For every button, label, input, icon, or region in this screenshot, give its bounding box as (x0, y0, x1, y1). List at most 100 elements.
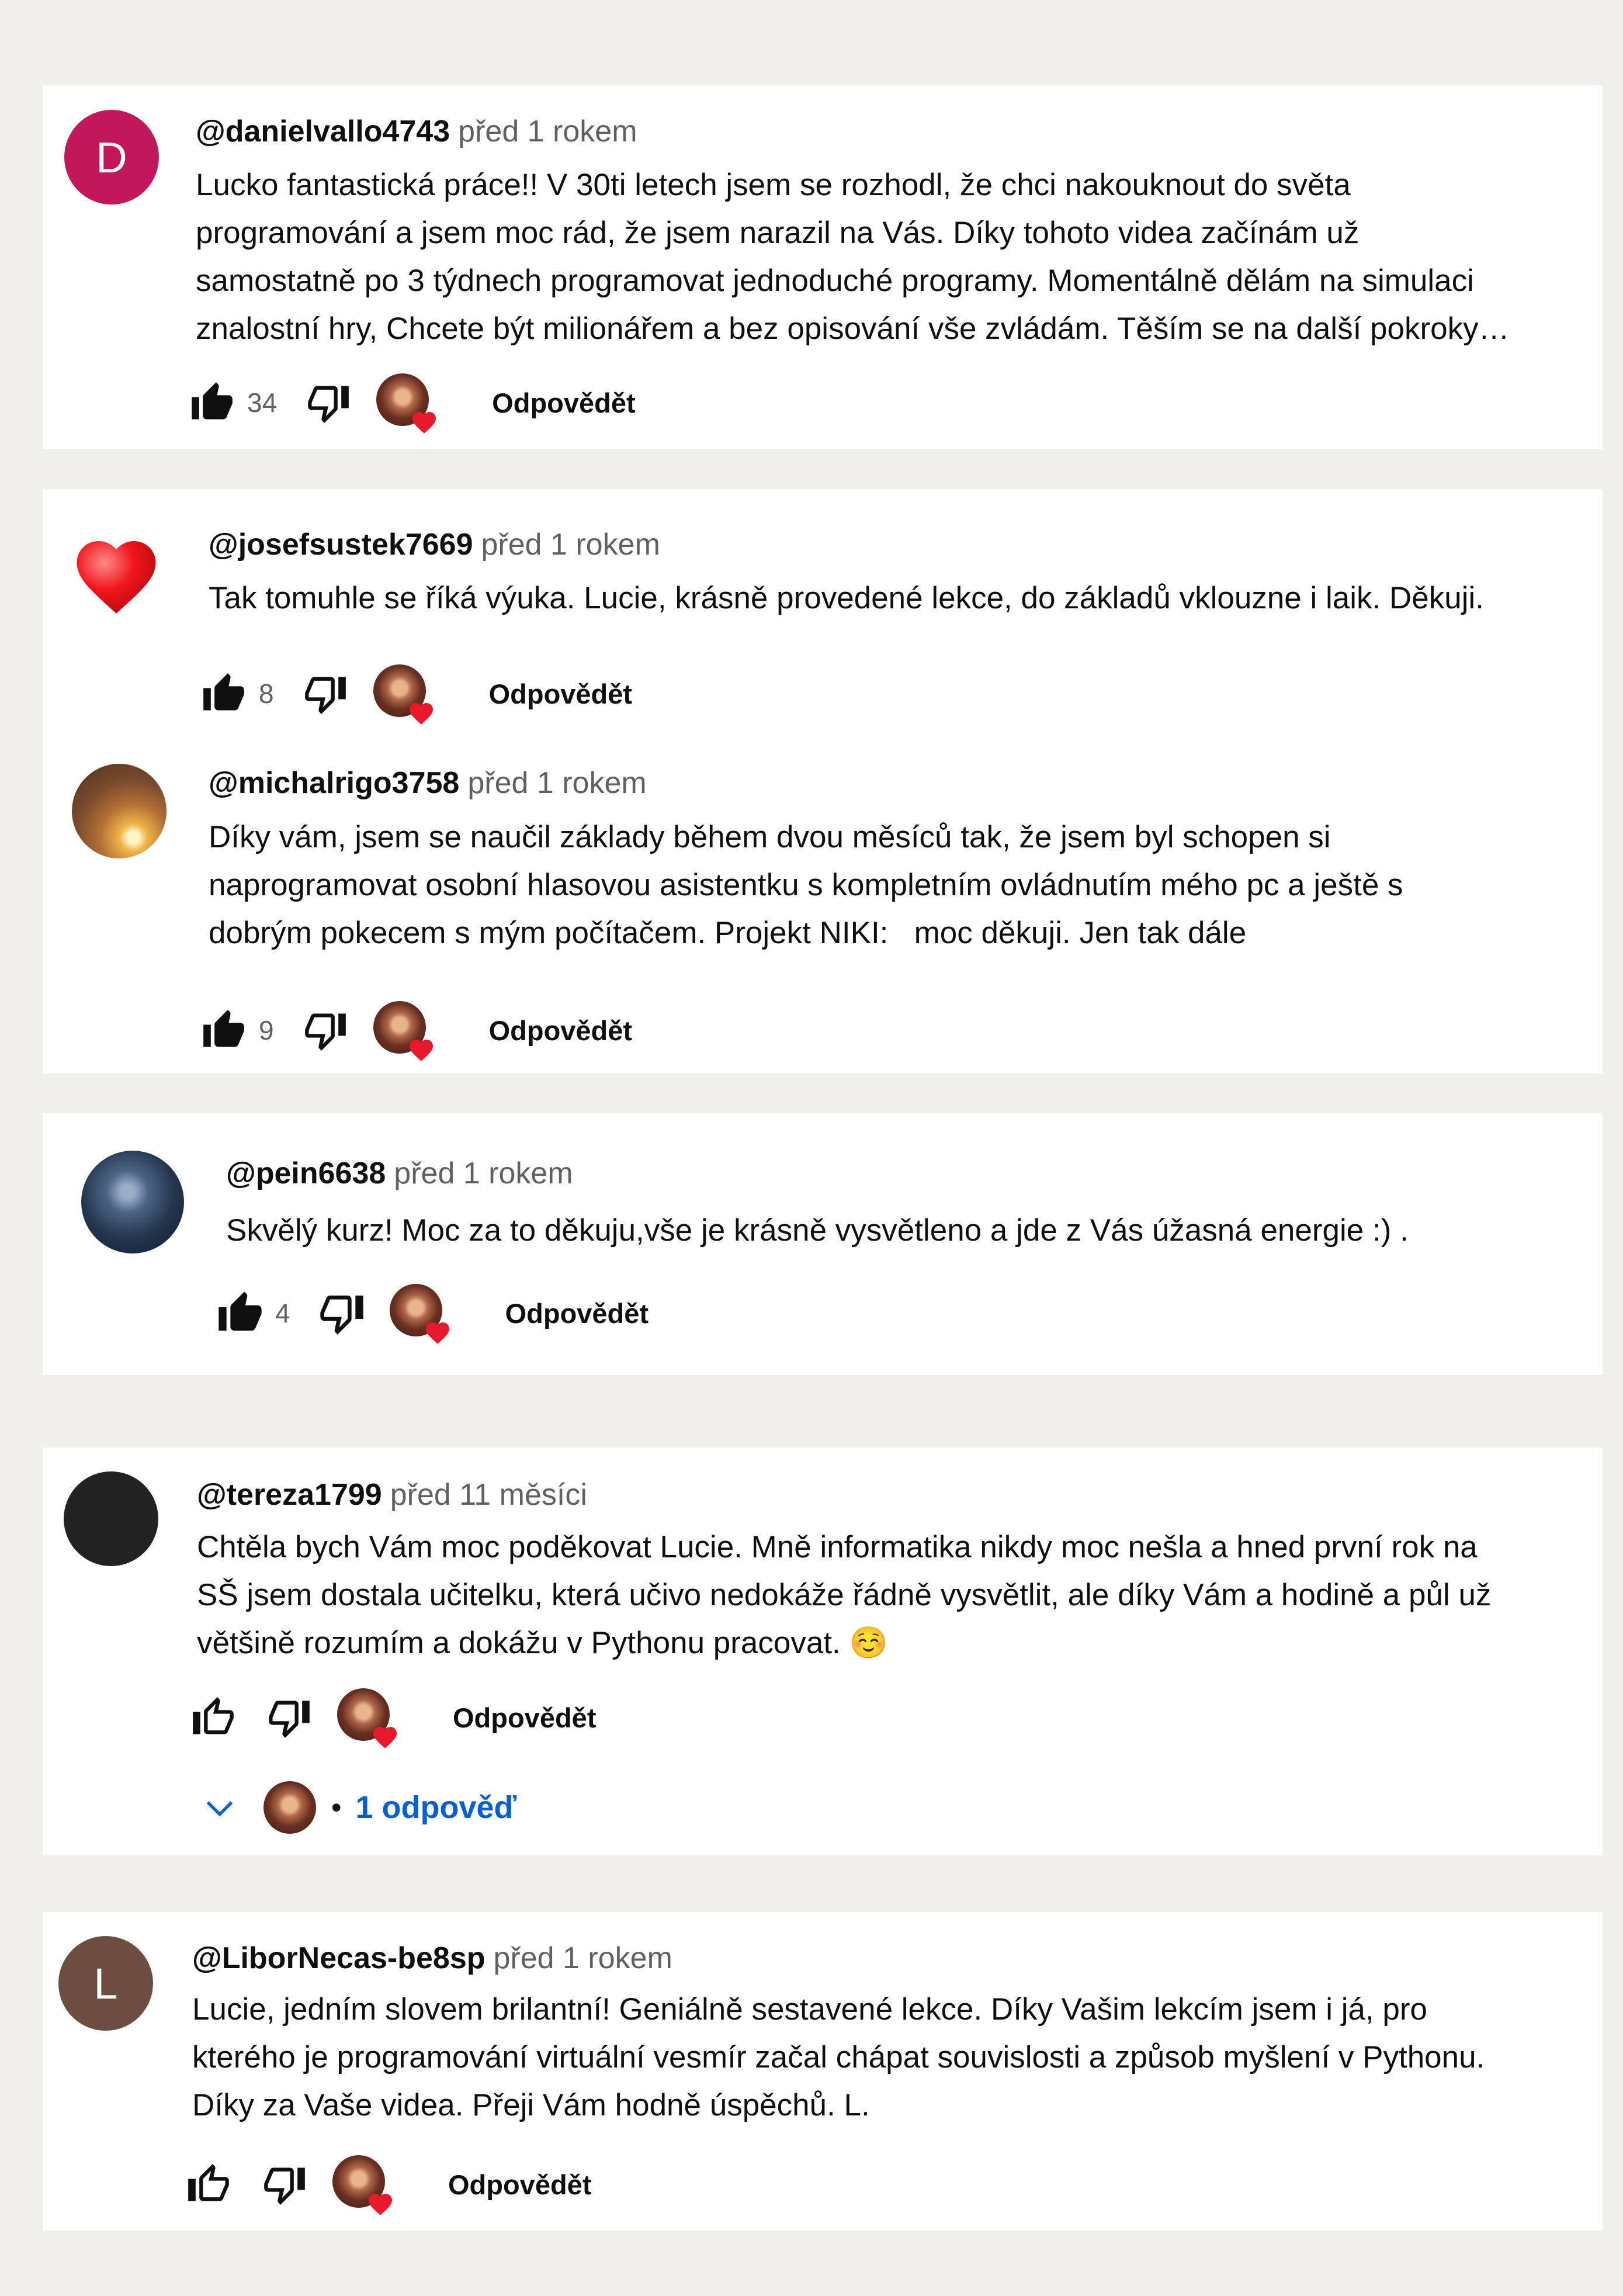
comment-text-line: Lucie, jedním slovem brilantní! Geniálně… (192, 1992, 1427, 2027)
comment-card: L @LiborNecas-be8sp před 1 rokem Lucie, j… (43, 1912, 1603, 2231)
avatar-letter: L (93, 1959, 118, 2008)
thumbs-down-outline-icon (264, 2167, 305, 2205)
reply-button[interactable]: Odpovědět (489, 1014, 632, 1047)
reply-button[interactable]: Odpovědět (448, 2169, 591, 2201)
like-button[interactable] (188, 378, 237, 427)
reply-button[interactable]: Odpovědět (505, 1297, 648, 1329)
separator-dot: • (331, 1791, 342, 1824)
like-count: 9 (259, 1015, 274, 1045)
heart-icon (412, 412, 436, 434)
like-button[interactable] (184, 2160, 233, 2209)
reply-button[interactable]: Odpovědět (453, 1702, 596, 1734)
avatar[interactable]: L (58, 1936, 153, 2031)
dislike-button[interactable] (317, 1289, 366, 1338)
comment-header: @pein6638 před 1 rokem (226, 1155, 573, 1192)
heart-icon (409, 1040, 433, 1061)
comment-timestamp[interactable]: před 1 rokem (394, 1156, 573, 1190)
comment-text-line: znalostní hry, Chcete být milionářem a b… (196, 311, 1510, 346)
thumbs-up-filled-icon (203, 673, 244, 711)
comment-text-line: většině rozumím a dokážu v Pythonu praco… (197, 1626, 888, 1660)
heart-avatar-icon (77, 541, 156, 614)
comment-timestamp[interactable]: před 1 rokem (481, 528, 660, 562)
creator-heart-badge (376, 373, 436, 434)
comment-actions: 8 Odpovědět (199, 664, 632, 725)
comment-text-line: Tak tomuhle se říká výuka. Lucie, krásně… (209, 581, 1484, 615)
comment-header: @tereza1799 před 11 měsíci (197, 1477, 587, 1513)
comment-timestamp[interactable]: před 1 rokem (467, 766, 646, 800)
comment-header: @michalrigo3758 před 1 rokem (209, 765, 647, 801)
comment-header: @danielvallo4743 před 1 rokem (196, 113, 637, 150)
like-button[interactable] (189, 1693, 238, 1742)
thumbs-up-filled-icon (203, 1010, 244, 1047)
dislike-button[interactable] (304, 378, 353, 427)
dislike-button[interactable] (301, 1006, 350, 1055)
avatar[interactable] (81, 1151, 184, 1253)
thumbs-down-outline-icon (320, 1296, 363, 1335)
comment-author-handle[interactable]: @LiborNecas-be8sp (192, 1941, 485, 1975)
comment-header: @josefsustek7669 před 1 rokem (209, 527, 660, 563)
comment-text: Chtěla bych Vám moc poděkovat Lucie. Mně… (197, 1523, 1491, 1667)
comment-text: Skvělý kurz! Moc za to děkuju,vše je krá… (226, 1207, 1409, 1255)
avatar[interactable] (69, 525, 164, 620)
heart-icon (409, 703, 433, 725)
like-count: 4 (275, 1298, 290, 1328)
comment-text-line: SŠ jsem dostala učitelku, která učivo ne… (197, 1578, 1492, 1612)
view-replies-button[interactable]: • 1 odpověď (199, 1778, 516, 1837)
comment-text-line: Lucko fantastická práce!! V 30ti letech … (196, 168, 1351, 202)
thumbs-down-outline-icon (269, 1701, 310, 1738)
dislike-button[interactable] (260, 2160, 309, 2209)
thumbs-down-outline-icon (304, 1013, 346, 1051)
comment-card: D @danielvallo4743 před 1 rokem Lucko fan… (43, 85, 1603, 449)
comment-actions: Odpovědět (189, 1688, 596, 1748)
thumbs-up-filled-icon (192, 382, 233, 420)
comment-actions: 34 Odpovědět (188, 373, 636, 434)
like-button[interactable] (199, 669, 248, 718)
creator-heart-badge (373, 1001, 433, 1061)
comment-text-line: programování a jsem moc rád, že jsem nar… (196, 216, 1360, 250)
thumbs-down-outline-icon (308, 386, 349, 423)
reply-author-avatar (263, 1781, 316, 1834)
thumbs-up-filled-icon (219, 1291, 262, 1331)
comment-timestamp[interactable]: před 1 rokem (458, 115, 637, 148)
thumbs-up-outline-icon (188, 2164, 229, 2201)
avatar-letter: D (96, 133, 127, 182)
avatar[interactable]: D (64, 110, 159, 205)
comment-author-handle[interactable]: @danielvallo4743 (196, 115, 450, 148)
comment-card: @pein6638 před 1 rokem Skvělý kurz! Moc z… (43, 1113, 1603, 1375)
comment-text-line: Díky za Vaše videa. Přeji Vám hodně úspě… (192, 2088, 870, 2122)
replies-count-label[interactable]: 1 odpověď (356, 1789, 517, 1826)
like-button[interactable] (199, 1006, 248, 1055)
comment-text-line: naprogramovat osobní hlasovou asistentku… (209, 868, 1403, 902)
comment-author-handle[interactable]: @michalrigo3758 (209, 766, 459, 800)
comment-author-handle[interactable]: @tereza1799 (197, 1478, 382, 1512)
dislike-button[interactable] (301, 669, 350, 718)
comment-author-handle[interactable]: @josefsustek7669 (209, 528, 473, 562)
comment-text-line: Chtěla bych Vám moc poděkovat Lucie. Mně… (197, 1530, 1478, 1564)
thumbs-up-outline-icon (193, 1697, 234, 1734)
comment-text-line: Skvělý kurz! Moc za to děkuju,vše je krá… (226, 1213, 1409, 1248)
like-button[interactable] (216, 1289, 265, 1338)
heart-icon (373, 1727, 397, 1748)
comment-timestamp[interactable]: před 11 měsíci (390, 1478, 587, 1512)
comment-actions: 4 Odpovědět (216, 1284, 648, 1344)
comment-text: Tak tomuhle se říká výuka. Lucie, krásně… (209, 574, 1484, 622)
avatar[interactable] (72, 764, 167, 858)
like-count: 8 (259, 678, 274, 709)
like-count: 34 (247, 387, 278, 418)
thumbs-down-outline-icon (304, 677, 346, 714)
creator-heart-badge (389, 1284, 449, 1344)
comment-author-handle[interactable]: @pein6638 (226, 1156, 386, 1190)
dislike-button[interactable] (265, 1693, 314, 1742)
creator-heart-badge (332, 2155, 392, 2215)
heart-icon (369, 2194, 392, 2215)
reply-button[interactable]: Odpovědět (492, 387, 635, 419)
comment-text-line: samostatně po 3 týdnech programovat jedn… (196, 264, 1474, 298)
avatar[interactable] (64, 1471, 158, 1566)
comment-card: @tereza1799 před 11 měsíci Chtěla bych Vá… (43, 1447, 1603, 1855)
reply-button[interactable]: Odpovědět (489, 678, 632, 710)
comment-header: @LiborNecas-be8sp před 1 rokem (192, 1940, 672, 1976)
comment-text: Lucko fantastická práce!! V 30ti letech … (196, 161, 1510, 353)
chevron-down-icon (206, 1801, 233, 1817)
comment-timestamp[interactable]: před 1 rokem (494, 1941, 672, 1975)
comment-actions: Odpovědět (184, 2155, 591, 2215)
